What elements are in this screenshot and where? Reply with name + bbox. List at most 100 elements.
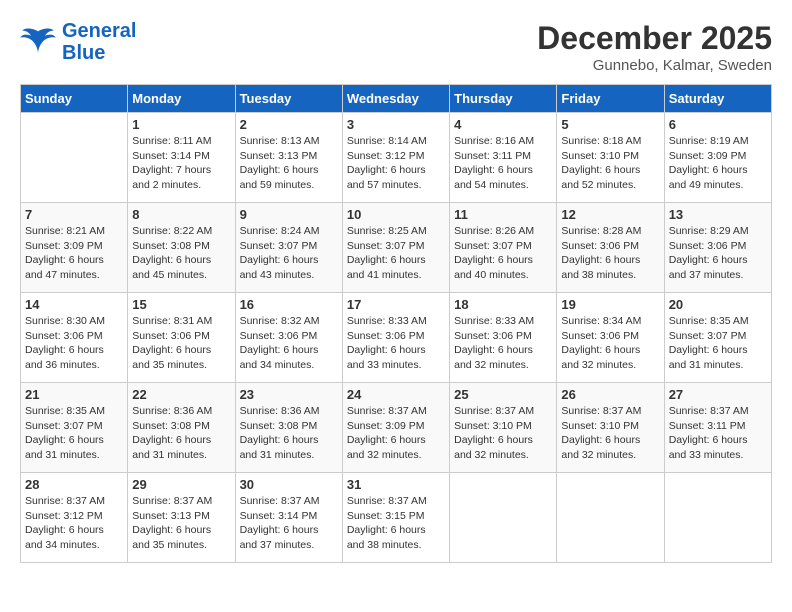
day-info: Sunrise: 8:35 AM Sunset: 3:07 PM Dayligh…: [25, 404, 123, 463]
calendar-cell: 1Sunrise: 8:11 AM Sunset: 3:14 PM Daylig…: [128, 113, 235, 203]
calendar-cell: 25 Sunrise: 8:37 AM Sunset: 3:10 PM Dayli…: [450, 383, 557, 473]
day-header-sunday: Sunday: [21, 85, 128, 113]
day-number: 29: [132, 477, 230, 492]
day-number: 12: [561, 207, 659, 222]
calendar-cell: 11Sunrise: 8:26 AM Sunset: 3:07 PM Dayli…: [450, 203, 557, 293]
day-number: 4: [454, 117, 552, 132]
day-number: 3: [347, 117, 445, 132]
day-info: Sunrise: 8:37 AM Sunset: 3:10 PM Dayligh…: [454, 404, 552, 463]
day-number: 1: [132, 117, 230, 132]
day-number: 9: [240, 207, 338, 222]
day-info: Sunrise: 8:35 AM Sunset: 3:07 PM Dayligh…: [669, 314, 767, 373]
day-info: Sunrise: 8:32 AM Sunset: 3:06 PM Dayligh…: [240, 314, 338, 373]
day-info: Sunrise: 8:29 AM Sunset: 3:06 PM Dayligh…: [669, 224, 767, 283]
calendar-week-row: 28Sunrise: 8:37 AM Sunset: 3:12 PM Dayli…: [21, 473, 772, 563]
calendar-cell: 23 Sunrise: 8:36 AM Sunset: 3:08 PM Dayli…: [235, 383, 342, 473]
day-info: Sunrise: 8:37 AM Sunset: 3:13 PM Dayligh…: [132, 494, 230, 553]
calendar-cell: [664, 473, 771, 563]
day-number: 19: [561, 297, 659, 312]
calendar-week-row: 7 Sunrise: 8:21 AM Sunset: 3:09 PM Daylig…: [21, 203, 772, 293]
day-info: Sunrise: 8:30 AM Sunset: 3:06 PM Dayligh…: [25, 314, 123, 373]
calendar-cell: 7 Sunrise: 8:21 AM Sunset: 3:09 PM Daylig…: [21, 203, 128, 293]
calendar-cell: 8 Sunrise: 8:22 AM Sunset: 3:08 PM Daylig…: [128, 203, 235, 293]
calendar-cell: 31Sunrise: 8:37 AM Sunset: 3:15 PM Dayli…: [342, 473, 449, 563]
day-number: 11: [454, 207, 552, 222]
day-info: Sunrise: 8:19 AM Sunset: 3:09 PM Dayligh…: [669, 134, 767, 193]
calendar-cell: 6 Sunrise: 8:19 AM Sunset: 3:09 PM Daylig…: [664, 113, 771, 203]
day-number: 30: [240, 477, 338, 492]
day-info: Sunrise: 8:21 AM Sunset: 3:09 PM Dayligh…: [25, 224, 123, 283]
day-number: 16: [240, 297, 338, 312]
day-number: 17: [347, 297, 445, 312]
month-title: December 2025: [537, 20, 772, 57]
page-header: General Blue December 2025 Gunnebo, Kalm…: [20, 20, 772, 74]
calendar-cell: 21 Sunrise: 8:35 AM Sunset: 3:07 PM Dayli…: [21, 383, 128, 473]
calendar-cell: 16 Sunrise: 8:32 AM Sunset: 3:06 PM Dayli…: [235, 293, 342, 383]
calendar-cell: 9Sunrise: 8:24 AM Sunset: 3:07 PM Daylig…: [235, 203, 342, 293]
calendar-week-row: 14 Sunrise: 8:30 AM Sunset: 3:06 PM Dayli…: [21, 293, 772, 383]
day-number: 27: [669, 387, 767, 402]
calendar-header-row: SundayMondayTuesdayWednesdayThursdayFrid…: [21, 85, 772, 113]
calendar-cell: 12 Sunrise: 8:28 AM Sunset: 3:06 PM Dayli…: [557, 203, 664, 293]
day-header-monday: Monday: [128, 85, 235, 113]
day-info: Sunrise: 8:36 AM Sunset: 3:08 PM Dayligh…: [240, 404, 338, 463]
logo: General Blue: [20, 20, 136, 64]
day-number: 6: [669, 117, 767, 132]
calendar-cell: 14 Sunrise: 8:30 AM Sunset: 3:06 PM Dayli…: [21, 293, 128, 383]
day-info: Sunrise: 8:25 AM Sunset: 3:07 PM Dayligh…: [347, 224, 445, 283]
calendar-cell: 29 Sunrise: 8:37 AM Sunset: 3:13 PM Dayli…: [128, 473, 235, 563]
calendar-cell: [557, 473, 664, 563]
day-number: 21: [25, 387, 123, 402]
day-number: 13: [669, 207, 767, 222]
calendar-cell: 22 Sunrise: 8:36 AM Sunset: 3:08 PM Dayli…: [128, 383, 235, 473]
calendar-cell: 15Sunrise: 8:31 AM Sunset: 3:06 PM Dayli…: [128, 293, 235, 383]
day-number: 7: [25, 207, 123, 222]
day-info: Sunrise: 8:28 AM Sunset: 3:06 PM Dayligh…: [561, 224, 659, 283]
day-number: 2: [240, 117, 338, 132]
day-number: 22: [132, 387, 230, 402]
calendar-cell: 13 Sunrise: 8:29 AM Sunset: 3:06 PM Dayli…: [664, 203, 771, 293]
day-number: 14: [25, 297, 123, 312]
day-number: 10: [347, 207, 445, 222]
day-header-tuesday: Tuesday: [235, 85, 342, 113]
day-number: 28: [25, 477, 123, 492]
calendar-cell: [21, 113, 128, 203]
calendar-cell: 24 Sunrise: 8:37 AM Sunset: 3:09 PM Dayli…: [342, 383, 449, 473]
day-number: 8: [132, 207, 230, 222]
calendar-cell: 26Sunrise: 8:37 AM Sunset: 3:10 PM Dayli…: [557, 383, 664, 473]
day-number: 15: [132, 297, 230, 312]
calendar-week-row: 1Sunrise: 8:11 AM Sunset: 3:14 PM Daylig…: [21, 113, 772, 203]
day-info: Sunrise: 8:22 AM Sunset: 3:08 PM Dayligh…: [132, 224, 230, 283]
day-info: Sunrise: 8:16 AM Sunset: 3:11 PM Dayligh…: [454, 134, 552, 193]
title-area: December 2025 Gunnebo, Kalmar, Sweden: [537, 20, 772, 74]
calendar-cell: 2Sunrise: 8:13 AM Sunset: 3:13 PM Daylig…: [235, 113, 342, 203]
calendar-cell: 20 Sunrise: 8:35 AM Sunset: 3:07 PM Dayli…: [664, 293, 771, 383]
day-header-wednesday: Wednesday: [342, 85, 449, 113]
day-header-thursday: Thursday: [450, 85, 557, 113]
calendar-week-row: 21 Sunrise: 8:35 AM Sunset: 3:07 PM Dayli…: [21, 383, 772, 473]
calendar-table: SundayMondayTuesdayWednesdayThursdayFrid…: [20, 84, 772, 563]
day-info: Sunrise: 8:37 AM Sunset: 3:09 PM Dayligh…: [347, 404, 445, 463]
day-number: 5: [561, 117, 659, 132]
calendar-cell: 3 Sunrise: 8:14 AM Sunset: 3:12 PM Daylig…: [342, 113, 449, 203]
day-info: Sunrise: 8:18 AM Sunset: 3:10 PM Dayligh…: [561, 134, 659, 193]
day-header-saturday: Saturday: [664, 85, 771, 113]
calendar-cell: 30Sunrise: 8:37 AM Sunset: 3:14 PM Dayli…: [235, 473, 342, 563]
calendar-cell: 27Sunrise: 8:37 AM Sunset: 3:11 PM Dayli…: [664, 383, 771, 473]
calendar-cell: 5 Sunrise: 8:18 AM Sunset: 3:10 PM Daylig…: [557, 113, 664, 203]
calendar-cell: 19Sunrise: 8:34 AM Sunset: 3:06 PM Dayli…: [557, 293, 664, 383]
day-info: Sunrise: 8:33 AM Sunset: 3:06 PM Dayligh…: [454, 314, 552, 373]
day-number: 20: [669, 297, 767, 312]
calendar-cell: 28Sunrise: 8:37 AM Sunset: 3:12 PM Dayli…: [21, 473, 128, 563]
day-number: 18: [454, 297, 552, 312]
calendar-cell: [450, 473, 557, 563]
day-info: Sunrise: 8:14 AM Sunset: 3:12 PM Dayligh…: [347, 134, 445, 193]
calendar-cell: 18 Sunrise: 8:33 AM Sunset: 3:06 PM Dayli…: [450, 293, 557, 383]
day-number: 24: [347, 387, 445, 402]
day-number: 23: [240, 387, 338, 402]
calendar-cell: 4 Sunrise: 8:16 AM Sunset: 3:11 PM Daylig…: [450, 113, 557, 203]
day-number: 25: [454, 387, 552, 402]
logo-bird-icon: [20, 27, 56, 57]
day-info: Sunrise: 8:36 AM Sunset: 3:08 PM Dayligh…: [132, 404, 230, 463]
calendar-cell: 10 Sunrise: 8:25 AM Sunset: 3:07 PM Dayli…: [342, 203, 449, 293]
